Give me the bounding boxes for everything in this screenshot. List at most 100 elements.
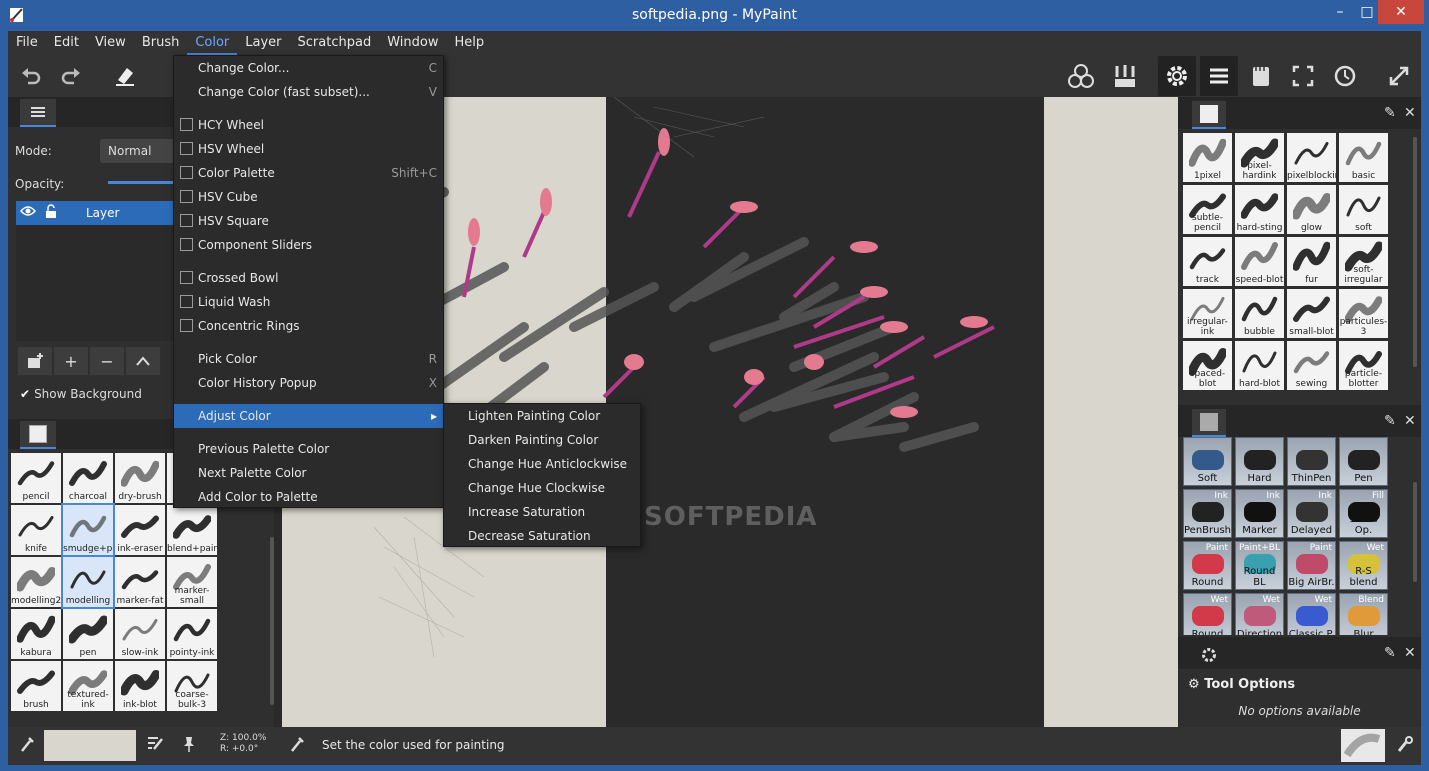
current-color-swatch[interactable] [44, 730, 136, 761]
submenu-item-change-hue-anticlockwise[interactable]: Change Hue Anticlockwise [444, 452, 640, 476]
menu-window[interactable]: Window [379, 31, 446, 55]
brush-smudge-paint[interactable]: smudge+paint [61, 503, 115, 557]
checkbox-icon[interactable] [180, 142, 193, 155]
visibility-eye-icon[interactable] [20, 204, 36, 222]
unlock-icon[interactable] [44, 204, 58, 221]
expand-icon[interactable] [1386, 63, 1412, 89]
brush-soft-irregular[interactable]: soft-irregular [1339, 237, 1388, 286]
brush-glow[interactable]: glow [1287, 185, 1336, 234]
fullscreen-icon[interactable] [1290, 63, 1316, 89]
brush-pen[interactable]: pen [63, 609, 113, 659]
submenu-item-change-hue-clockwise[interactable]: Change Hue Clockwise [444, 476, 640, 500]
brush-subtle-pencil[interactable]: subtle-pencil [1183, 185, 1232, 234]
menu-color[interactable]: Color [187, 31, 238, 55]
brushes-tab[interactable] [20, 421, 56, 449]
brush-charcoal[interactable]: charcoal [63, 453, 113, 503]
brush-marker-fat[interactable]: marker-fat [115, 557, 165, 607]
menu-item-change-color-fast-subset[interactable]: Change Color (fast subset)... V [174, 80, 443, 104]
brush-modelling2[interactable]: modelling2 [11, 557, 61, 607]
menu-layer[interactable]: Layer [237, 31, 289, 55]
menu-help[interactable]: Help [446, 31, 492, 55]
brush-textured-ink[interactable]: textured-ink [63, 661, 113, 711]
settings-gear-icon[interactable] [1158, 56, 1196, 96]
dock-tool-icon[interactable]: ✎ [1384, 645, 1396, 661]
menu-item-change-color[interactable]: Change Color... C [174, 56, 443, 80]
current-brush-preview[interactable] [1341, 729, 1385, 762]
menu-brush[interactable]: Brush [134, 31, 188, 55]
brush-round[interactable]: Paint Round [1183, 541, 1232, 590]
dock-close-icon[interactable]: ✕ [1404, 105, 1416, 121]
brush-dry-brush[interactable]: dry-brush [115, 453, 165, 503]
menu-item-hsv-cube[interactable]: HSV Cube [174, 185, 443, 209]
brush-classic-p[interactable]: Wet Classic P. [1287, 593, 1336, 635]
brush-soft[interactable]: Soft [1183, 437, 1232, 486]
menu-item-concentric-rings[interactable]: Concentric Rings [174, 314, 443, 338]
submenu-item-decrease-saturation[interactable]: Decrease Saturation [444, 524, 640, 548]
brush-modelling[interactable]: modelling [61, 555, 115, 609]
menu-item-pick-color[interactable]: Pick Color R [174, 347, 443, 371]
minimize-button[interactable]: – [1325, 0, 1355, 24]
mode-select[interactable]: Normal [100, 139, 180, 163]
checkbox-icon[interactable] [180, 319, 193, 332]
brush-irregular-ink[interactable]: irregular-ink [1183, 289, 1232, 338]
menu-item-hsv-square[interactable]: HSV Square [174, 209, 443, 233]
menu-item-liquid-wash[interactable]: Liquid Wash [174, 290, 443, 314]
brush-bubble[interactable]: bubble [1235, 289, 1284, 338]
new-layer-button[interactable]: + [54, 347, 88, 375]
brush-100-op[interactable]: Fill 100% Op. [1339, 489, 1388, 538]
tool-options-tab[interactable] [1192, 641, 1226, 669]
checkbox-icon[interactable] [180, 214, 193, 227]
brush-settings-icon[interactable] [1396, 735, 1414, 757]
brush-basic[interactable]: basic [1339, 133, 1388, 182]
remove-layer-button[interactable]: − [90, 347, 124, 375]
brush-big-airbr[interactable]: Paint Big AirBr. [1287, 541, 1336, 590]
menu-item-component-sliders[interactable]: Component Sliders [174, 233, 443, 257]
menu-item-color-palette[interactable]: Color Palette Shift+C [174, 161, 443, 185]
redo-icon[interactable] [58, 63, 84, 89]
menu-item-previous-palette-color[interactable]: Previous Palette Color [174, 437, 443, 461]
eraser-icon[interactable] [112, 63, 138, 89]
brush-kabura[interactable]: kabura [11, 609, 61, 659]
brush-group-tab-2[interactable] [1192, 409, 1226, 437]
pin-icon[interactable] [180, 735, 198, 757]
brush-round-bl[interactable]: Paint+BL Round BL [1235, 541, 1284, 590]
brush-blend-paint[interactable]: blend+paint [167, 505, 217, 555]
dock-close-icon[interactable]: ✕ [1404, 413, 1416, 429]
brushes-icon[interactable] [1112, 63, 1138, 89]
menu-item-add-color-to-palette[interactable]: Add Color to Palette [174, 485, 443, 509]
add-layer-icon[interactable] [18, 347, 52, 375]
brush-track[interactable]: track [1183, 237, 1232, 286]
brush-soft[interactable]: soft [1339, 185, 1388, 234]
brush-edit-icon[interactable] [146, 735, 164, 755]
dock-tool-icon[interactable]: ✎ [1384, 105, 1396, 121]
move-layer-up-icon[interactable] [126, 347, 160, 375]
menu-item-crossed-bowl[interactable]: Crossed Bowl [174, 266, 443, 290]
dock-tool-icon[interactable]: ✎ [1384, 413, 1396, 429]
menu-item-hsv-wheel[interactable]: HSV Wheel [174, 137, 443, 161]
checkbox-icon[interactable] [180, 166, 193, 179]
brush-sewing[interactable]: sewing [1287, 341, 1336, 390]
brush-pencil[interactable]: pencil [11, 453, 61, 503]
layer-row[interactable]: Layer [16, 201, 180, 225]
submenu-item-lighten-painting-color[interactable]: Lighten Painting Color [444, 404, 640, 428]
brush-pixelblocking[interactable]: pixelblocking [1287, 133, 1336, 182]
right-bottom-scrollbar[interactable] [1413, 482, 1417, 582]
brush-marker[interactable]: Ink Marker [1235, 489, 1284, 538]
brush-brush[interactable]: brush [11, 661, 61, 711]
brush-round[interactable]: Wet Round [1183, 593, 1232, 635]
undo-icon[interactable] [18, 63, 44, 89]
layers-tab[interactable] [20, 99, 56, 127]
opacity-slider[interactable] [108, 181, 180, 184]
dock-close-icon[interactable]: ✕ [1404, 645, 1416, 661]
brush-hard-blot[interactable]: hard-blot [1235, 341, 1284, 390]
brush-pixel-hardink[interactable]: pixel-hardink [1235, 133, 1284, 182]
menu-item-next-palette-color[interactable]: Next Palette Color [174, 461, 443, 485]
checkbox-icon[interactable] [180, 118, 193, 131]
brush-pen[interactable]: Pen [1339, 437, 1388, 486]
checkbox-icon[interactable] [180, 238, 193, 251]
brush-direction[interactable]: Wet Direction [1235, 593, 1284, 635]
history-clock-icon[interactable] [1332, 63, 1358, 89]
brush-speed-blot[interactable]: speed-blot [1235, 237, 1284, 286]
brush-slow-ink[interactable]: slow-ink [115, 609, 165, 659]
brush-small-blot[interactable]: small-blot [1287, 289, 1336, 338]
